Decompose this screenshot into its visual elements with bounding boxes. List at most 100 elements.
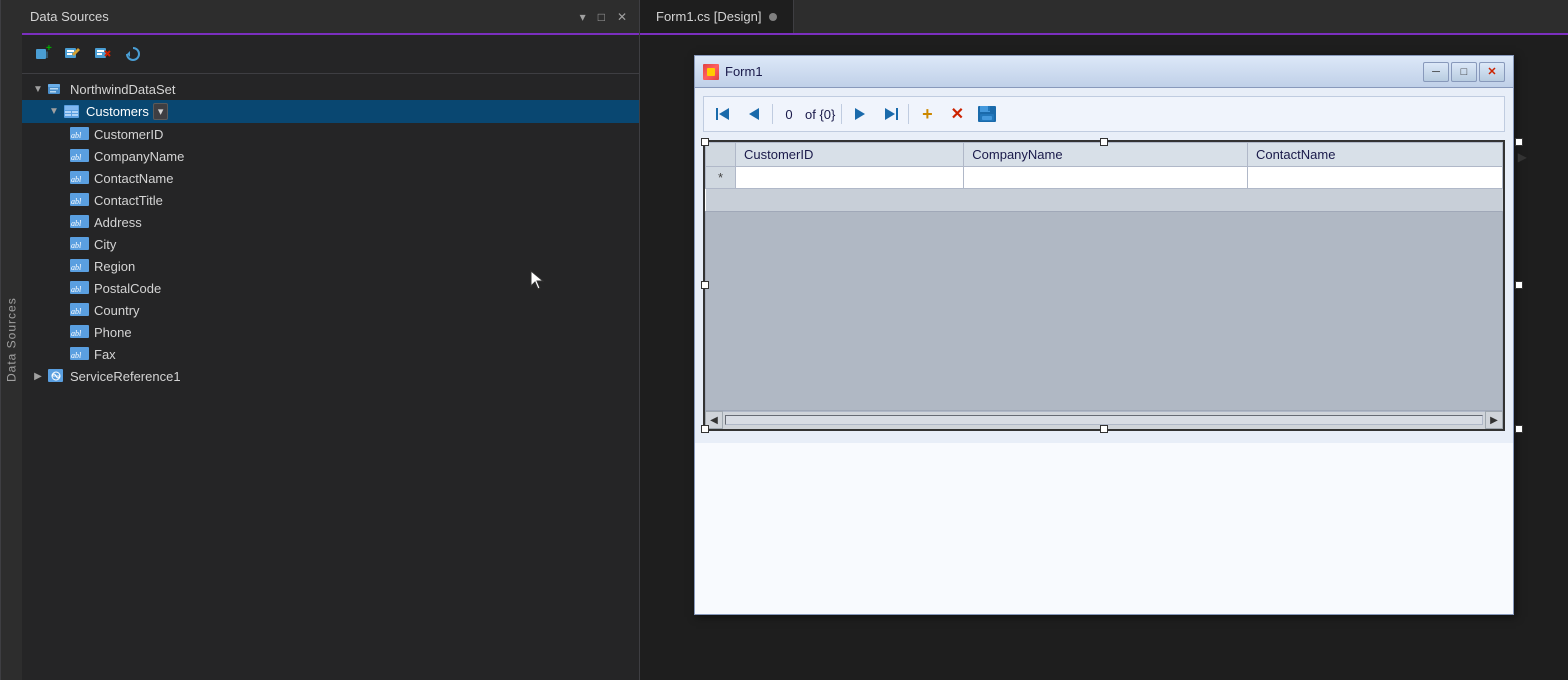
svg-text:abl: abl (71, 131, 82, 140)
navigator-bar: 0 of {0} (703, 96, 1505, 132)
float-icon[interactable]: □ (594, 8, 609, 26)
close-button[interactable]: ✕ (1479, 62, 1505, 82)
service-icon (46, 368, 66, 384)
nav-separator-3 (908, 104, 909, 124)
nav-next-button[interactable] (848, 102, 872, 126)
tree-item-city[interactable]: abl City (22, 233, 639, 255)
expand-dataset-icon[interactable]: ▼ (30, 81, 46, 97)
svg-text:abl: abl (71, 219, 82, 228)
tree-item-region[interactable]: abl Region (22, 255, 639, 277)
grid-cell-contactname[interactable] (1247, 167, 1502, 189)
resize-handle-bottomcenter[interactable] (1100, 425, 1108, 433)
tree-item-postalcode[interactable]: abl PostalCode (22, 277, 639, 299)
resize-handle-topcenter[interactable] (1100, 138, 1108, 146)
tree-item-customerid[interactable]: abl CustomerID (22, 123, 639, 145)
field-label-fax: Fax (94, 347, 116, 362)
resize-handle-bottomright[interactable] (1515, 425, 1523, 433)
form-window[interactable]: Form1 ─ □ ✕ (694, 55, 1514, 615)
tree-item-address[interactable]: abl Address (22, 211, 639, 233)
nav-count-of: of {0} (805, 107, 835, 122)
grid-header-companyname[interactable]: CompanyName (964, 143, 1248, 167)
field-label-postalcode: PostalCode (94, 281, 161, 296)
tree-item-customers[interactable]: ▼ Customers ▾ (22, 100, 639, 123)
panel-tab-icons: ▾ □ ✕ (576, 8, 631, 26)
grid-cell-customerid[interactable] (736, 167, 964, 189)
scroll-right-button[interactable]: ▶ (1485, 411, 1503, 429)
tree-item-fax[interactable]: abl Fax (22, 343, 639, 365)
nav-add-button[interactable]: + (915, 102, 939, 126)
delete-datasource-button[interactable] (90, 41, 116, 67)
grid-header-contactname[interactable]: ContactName (1247, 143, 1502, 167)
svg-text:+: + (46, 45, 52, 54)
field-icon-region: abl (70, 258, 90, 274)
nav-first-button[interactable] (712, 102, 736, 126)
data-sources-panel: Data Sources Data Sources ▾ □ ✕ abl + (0, 0, 640, 680)
unsaved-indicator (769, 13, 777, 21)
grid-header-customerid[interactable]: CustomerID (736, 143, 964, 167)
nav-delete-button[interactable]: ✕ (945, 102, 969, 126)
grid-cell-companyname[interactable] (964, 167, 1248, 189)
svg-text:abl: abl (71, 175, 82, 184)
minimize-button[interactable]: ─ (1423, 62, 1449, 82)
field-icon-contacttitle: abl (70, 192, 90, 208)
dataset-icon (46, 81, 66, 97)
nav-prev-button[interactable] (742, 102, 766, 126)
restore-button[interactable]: □ (1451, 62, 1477, 82)
svg-text:abl: abl (71, 241, 82, 250)
tree-item-dataset[interactable]: ▼ NorthwindDataSet (22, 78, 639, 100)
dataset-label: NorthwindDataSet (70, 82, 176, 97)
field-label-companyname: CompanyName (94, 149, 184, 164)
design-tab-label: Form1.cs [Design] (656, 9, 761, 24)
data-grid-container[interactable]: CustomerID CompanyName ContactName * (703, 140, 1505, 431)
expand-customers-icon[interactable]: ▼ (46, 104, 62, 120)
panel-tab-title: Data Sources (30, 9, 109, 24)
resize-handle-topleft[interactable] (701, 138, 709, 146)
tree-item-contactname[interactable]: abl ContactName (22, 167, 639, 189)
panel-tab-bar: Data Sources ▾ □ ✕ (22, 0, 639, 35)
edit-datasource-button[interactable] (60, 41, 86, 67)
field-icon-postalcode: abl (70, 280, 90, 296)
data-grid[interactable]: CustomerID CompanyName ContactName * (705, 142, 1503, 211)
tree-item-companyname[interactable]: abl CompanyName (22, 145, 639, 167)
scrollbar-track[interactable] (725, 415, 1483, 425)
nav-save-button[interactable] (975, 102, 999, 126)
grid-new-row[interactable]: * (706, 167, 1503, 189)
nav-last-button[interactable] (878, 102, 902, 126)
grid-header-rowmarker (706, 143, 736, 167)
dropdown-icon[interactable]: ▾ (576, 8, 590, 26)
refresh-datasource-button[interactable] (120, 41, 146, 67)
close-panel-icon[interactable]: ✕ (613, 8, 631, 26)
design-tab-form1[interactable]: Form1.cs [Design] (640, 0, 794, 33)
tree-item-country[interactable]: abl Country (22, 299, 639, 321)
field-label-country: Country (94, 303, 140, 318)
field-icon-contactname: abl (70, 170, 90, 186)
resize-handle-middleleft[interactable] (701, 281, 709, 289)
field-label-phone: Phone (94, 325, 132, 340)
field-icon-fax: abl (70, 346, 90, 362)
design-canvas: Form1 ─ □ ✕ (640, 35, 1568, 680)
svg-text:abl: abl (71, 263, 82, 272)
expand-service-icon[interactable]: ▶ (30, 368, 46, 384)
svg-text:abl: abl (71, 307, 82, 316)
nav-separator-2 (841, 104, 842, 124)
form-title-left: Form1 (703, 64, 763, 80)
resize-handle-middleright[interactable] (1515, 281, 1523, 289)
field-label-contactname: ContactName (94, 171, 173, 186)
tree-item-contacttitle[interactable]: abl ContactTitle (22, 189, 639, 211)
resize-handle-bottomleft[interactable] (701, 425, 709, 433)
form-app-icon (703, 64, 719, 80)
field-label-customerid: CustomerID (94, 127, 163, 142)
add-datasource-button[interactable]: abl + (30, 41, 56, 67)
tree-item-phone[interactable]: abl Phone (22, 321, 639, 343)
field-icon-country: abl (70, 302, 90, 318)
field-label-address: Address (94, 215, 142, 230)
grid-scroll-arrow-right[interactable]: ▶ (1518, 150, 1527, 164)
resize-handle-topright[interactable] (1515, 138, 1523, 146)
form-body: 0 of {0} (695, 88, 1513, 443)
design-tab-bar: Form1.cs [Design] (640, 0, 1568, 35)
field-icon-companyname: abl (70, 148, 90, 164)
field-label-city: City (94, 237, 116, 252)
customers-dropdown-button[interactable]: ▾ (153, 103, 169, 120)
grid-header-row: CustomerID CompanyName ContactName (706, 143, 1503, 167)
tree-item-servicereference[interactable]: ▶ ServiceReference1 (22, 365, 639, 387)
